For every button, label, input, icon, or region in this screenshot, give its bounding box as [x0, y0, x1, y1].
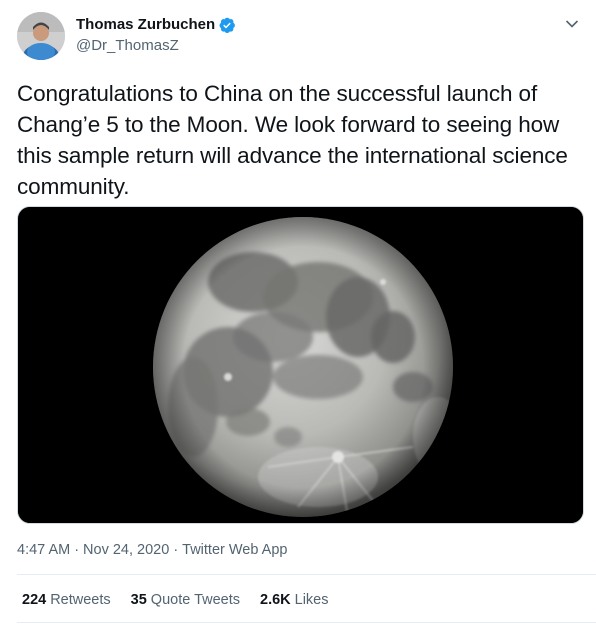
tweet-time[interactable]: 4:47 AM [17, 540, 70, 560]
retweets-count: 224 [22, 592, 47, 608]
author-display-name[interactable]: Thomas Zurbuchen [76, 15, 215, 35]
retweets-label: Retweets [50, 592, 111, 608]
author-name-row: Thomas Zurbuchen [76, 15, 236, 35]
likes-count: 2.6K [260, 592, 291, 608]
tweet-text: Congratulations to China on the successf… [17, 81, 568, 199]
likes-label: Likes [294, 592, 329, 608]
divider-bottom [17, 622, 596, 623]
engagement-stats: 224 Retweets 35 Quote Tweets 2.6K Likes [22, 590, 349, 610]
retweets-stat[interactable]: 224 Retweets [22, 590, 111, 610]
divider [17, 574, 596, 575]
tweet-card: Thomas Zurbuchen @Dr_ThomasZ Congratulat… [0, 0, 596, 626]
likes-stat[interactable]: 2.6K Likes [260, 590, 329, 610]
quote-tweets-stat[interactable]: 35 Quote Tweets [131, 590, 240, 610]
avatar-image [17, 12, 65, 60]
avatar[interactable] [17, 12, 65, 60]
author-handle[interactable]: @Dr_ThomasZ [76, 36, 179, 56]
quote-tweets-count: 35 [130, 592, 147, 608]
tweet-source[interactable]: Twitter Web App [182, 540, 287, 560]
meta-separator-2: · [173, 542, 179, 558]
moon-image [18, 207, 583, 523]
meta-separator: · [74, 542, 80, 558]
tweet-media-moon-photo[interactable] [17, 206, 584, 524]
quote-tweets-label: Quote Tweets [150, 592, 240, 608]
chevron-down-icon[interactable] [565, 16, 579, 28]
tweet-date[interactable]: Nov 24, 2020 [83, 540, 169, 560]
verified-badge-icon [218, 16, 236, 34]
tweet-meta: 4:47 AM · Nov 24, 2020 · Twitter Web App [17, 540, 287, 560]
